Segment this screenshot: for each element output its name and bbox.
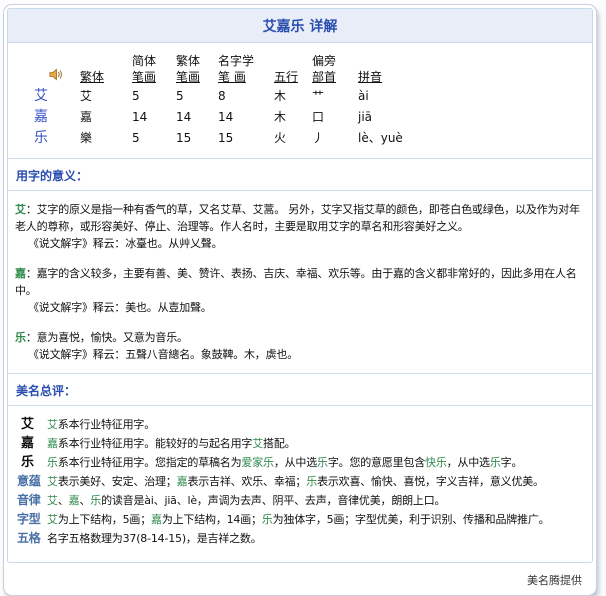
col-header-traditional: 繁体 bbox=[78, 53, 130, 86]
meaning-lead-char: 嘉 bbox=[15, 267, 26, 280]
meaning-item-ai: 艾：艾字的原义是指一种有香气的草，又名艾草、艾蒿。 另外，艾字又指艾草的颜色，即… bbox=[15, 201, 586, 252]
col-header-traditional-strokes: 繁体笔画 bbox=[174, 53, 216, 86]
meanings-section-heading: 用字的意义： bbox=[8, 159, 592, 191]
review-section-heading: 美名总评： bbox=[8, 374, 592, 406]
shuowen-quote: 《说文解字》释云：冰臺也。从艸乂聲。 bbox=[15, 235, 586, 252]
col-header-pinyin: 拼音 bbox=[356, 53, 466, 86]
meaning-text: ：意为喜悦，愉快。又意为音乐。 bbox=[26, 331, 188, 344]
detail-panel: 艾嘉乐 详解 bbox=[7, 8, 593, 563]
review-text: 名字五格数理为37(8-14-15)，是吉祥之数。 bbox=[47, 529, 586, 548]
name-detail-card: 艾嘉乐 详解 bbox=[3, 4, 597, 596]
cell-naming-strokes: 8 bbox=[216, 86, 272, 107]
meanings-section: 艾：艾字的原义是指一种有香气的草，又名艾草、艾蒿。 另外，艾字又指艾草的颜色，即… bbox=[8, 191, 592, 374]
review-label: 乐 bbox=[15, 453, 47, 472]
col-header-wuxing: 五行 bbox=[272, 53, 310, 86]
cell-pinyin: lè、yuè bbox=[356, 128, 466, 149]
table-header-row: 繁体 简体笔画 繁体笔画 名字学笔 画 五行 偏旁部首 bbox=[32, 53, 466, 86]
cell-traditional: 艾 bbox=[78, 86, 130, 107]
meaning-text: ：嘉字的含义较多，主要有善、美、赞许、表扬、吉庆、幸福、欢乐等。由于嘉的含义都非… bbox=[15, 267, 577, 297]
cell-trad-strokes: 14 bbox=[174, 107, 216, 128]
review-text: 艾系本行业特征用字。 bbox=[47, 415, 586, 434]
review-text: 艾为上下结构，5画；嘉为上下结构，14画；乐为独体字，5画；字型优美，利于识别、… bbox=[47, 510, 586, 529]
review-row-glyph: 字型 艾为上下结构，5画；嘉为上下结构，14画；乐为独体字，5画；字型优美，利于… bbox=[15, 510, 586, 529]
cell-naming-strokes: 15 bbox=[216, 128, 272, 149]
cell-trad-strokes: 15 bbox=[174, 128, 216, 149]
char-link-ai[interactable]: 艾 bbox=[32, 86, 78, 107]
provider-credit: 美名腾提供 bbox=[7, 563, 593, 591]
meaning-item-jia: 嘉：嘉字的含义较多，主要有善、美、赞许、表扬、吉庆、幸福、欢乐等。由于嘉的含义都… bbox=[15, 265, 586, 316]
cell-radical: 艹 bbox=[310, 86, 356, 107]
table-row-ai: 艾 艾 5 5 8 木 艹 ài bbox=[32, 86, 466, 107]
speaker-icon[interactable] bbox=[48, 67, 63, 85]
cell-traditional: 嘉 bbox=[78, 107, 130, 128]
cell-radical: 丿 bbox=[310, 128, 356, 149]
shuowen-quote: 《说文解字》释云：五聲八音總名。象鼓鞞。木，虡也。 bbox=[15, 346, 586, 363]
col-header-simplified-strokes: 简体笔画 bbox=[130, 53, 174, 86]
review-label: 艾 bbox=[15, 415, 47, 434]
review-label: 五格 bbox=[15, 529, 47, 548]
cell-wuxing: 木 bbox=[272, 86, 310, 107]
cell-pinyin: ài bbox=[356, 86, 466, 107]
review-row-ai: 艾 艾系本行业特征用字。 bbox=[15, 415, 586, 434]
review-label: 音律 bbox=[15, 491, 47, 510]
speaker-icon-cell bbox=[32, 53, 78, 86]
cell-simp-strokes: 14 bbox=[130, 107, 174, 128]
cell-wuxing: 火 bbox=[272, 128, 310, 149]
cell-naming-strokes: 14 bbox=[216, 107, 272, 128]
meaning-lead-char: 艾 bbox=[15, 203, 26, 216]
char-link-jia[interactable]: 嘉 bbox=[32, 107, 78, 128]
character-table: 繁体 简体笔画 繁体笔画 名字学笔 画 五行 偏旁部首 bbox=[32, 53, 466, 149]
cell-simp-strokes: 5 bbox=[130, 128, 174, 149]
cell-pinyin: jiā bbox=[356, 107, 466, 128]
table-row-le: 乐 樂 5 15 15 火 丿 lè、yuè bbox=[32, 128, 466, 149]
review-text: 乐系本行业特征用字。您指定的草稿名为爱家乐，从中选乐字。您的意愿里包含快乐，从中… bbox=[47, 453, 586, 472]
review-text: 嘉系本行业特征用字。能较好的与起名用字艾搭配。 bbox=[47, 434, 586, 453]
review-row-jia: 嘉 嘉系本行业特征用字。能较好的与起名用字艾搭配。 bbox=[15, 434, 586, 453]
character-table-section: 繁体 简体笔画 繁体笔画 名字学笔 画 五行 偏旁部首 bbox=[8, 43, 592, 159]
review-text: 艾、嘉、乐的读音是ài、jiā、lè，声调为去声、阴平、去声，音律优美，朗朗上口… bbox=[47, 491, 586, 510]
cell-radical: 口 bbox=[310, 107, 356, 128]
review-label: 字型 bbox=[15, 510, 47, 529]
review-section: 艾 艾系本行业特征用字。 嘉 嘉系本行业特征用字。能较好的与起名用字艾搭配。 乐… bbox=[8, 406, 592, 562]
cell-trad-strokes: 5 bbox=[174, 86, 216, 107]
page-title: 艾嘉乐 详解 bbox=[8, 9, 592, 43]
cell-wuxing: 木 bbox=[272, 107, 310, 128]
table-row-jia: 嘉 嘉 14 14 14 木 口 jiā bbox=[32, 107, 466, 128]
cell-simp-strokes: 5 bbox=[130, 86, 174, 107]
shuowen-quote: 《说文解字》释云：美也。从壴加聲。 bbox=[15, 299, 586, 316]
review-row-wuge: 五格 名字五格数理为37(8-14-15)，是吉祥之数。 bbox=[15, 529, 586, 548]
meaning-text: ：艾字的原义是指一种有香气的草，又名艾草、艾蒿。 另外，艾字又指艾草的颜色，即苍… bbox=[15, 203, 580, 233]
review-row-phonology: 音律 艾、嘉、乐的读音是ài、jiā、lè，声调为去声、阴平、去声，音律优美，朗… bbox=[15, 491, 586, 510]
col-header-radical: 偏旁部首 bbox=[310, 53, 356, 86]
review-label: 嘉 bbox=[15, 434, 47, 453]
meaning-item-le: 乐：意为喜悦，愉快。又意为音乐。 《说文解字》释云：五聲八音總名。象鼓鞞。木，虡… bbox=[15, 329, 586, 363]
col-header-naming-strokes: 名字学笔 画 bbox=[216, 53, 272, 86]
char-link-le[interactable]: 乐 bbox=[32, 128, 78, 149]
cell-traditional: 樂 bbox=[78, 128, 130, 149]
review-row-le: 乐 乐系本行业特征用字。您指定的草稿名为爱家乐，从中选乐字。您的意愿里包含快乐，… bbox=[15, 453, 586, 472]
meaning-lead-char: 乐 bbox=[15, 331, 26, 344]
